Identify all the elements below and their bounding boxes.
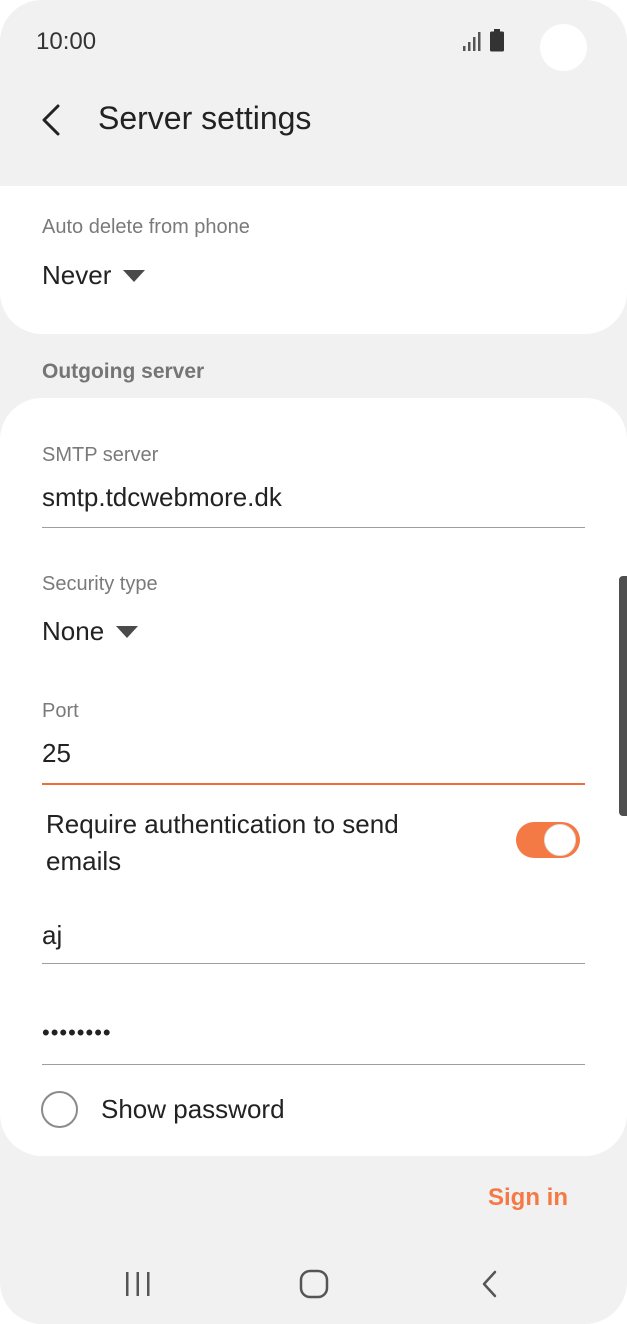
show-password-checkbox[interactable] (41, 1091, 78, 1128)
toggle-knob (544, 824, 576, 856)
password-input[interactable]: •••••••• (42, 1020, 112, 1046)
signal-icon (463, 32, 481, 51)
require-auth-toggle[interactable] (516, 822, 580, 858)
security-type-label: Security type (42, 573, 158, 595)
back-button[interactable] (28, 96, 76, 144)
smtp-server-underline (42, 527, 585, 528)
port-input[interactable]: 25 (42, 738, 71, 769)
auto-delete-value: Never (42, 260, 112, 290)
recents-icon (126, 1272, 150, 1296)
home-button[interactable] (290, 1264, 338, 1304)
nav-back-button[interactable] (466, 1264, 514, 1304)
recents-button[interactable] (114, 1264, 162, 1304)
password-underline (42, 1064, 585, 1065)
outgoing-settings-card: SMTP server smtp.tdcwebmore.dk Security … (0, 398, 627, 1156)
auto-delete-dropdown[interactable]: Never (42, 260, 146, 291)
sign-in-button[interactable]: Sign in (488, 1184, 568, 1212)
camera-cutout (540, 24, 587, 71)
navigation-bar (0, 1244, 627, 1324)
battery-icon (490, 29, 504, 52)
security-type-value: None (42, 616, 105, 646)
security-type-dropdown[interactable]: None (42, 616, 139, 647)
back-icon (482, 1270, 497, 1298)
status-bar: 10:00 (0, 0, 627, 84)
outgoing-server-heading: Outgoing server (42, 360, 205, 383)
dropdown-arrow-icon (116, 625, 139, 638)
username-underline (42, 963, 585, 964)
smtp-server-input[interactable]: smtp.tdcwebmore.dk (42, 482, 282, 513)
app-header: Server settings (0, 84, 627, 184)
require-auth-label: Require authentication to send emails (46, 809, 399, 876)
port-underline (42, 783, 585, 785)
smtp-server-label: SMTP server (42, 444, 159, 466)
auto-delete-label: Auto delete from phone (42, 216, 250, 238)
chevron-left-icon (42, 104, 60, 136)
port-label: Port (42, 700, 79, 722)
scrollbar-thumb[interactable] (619, 576, 627, 816)
home-icon (299, 1269, 329, 1299)
page-title: Server settings (98, 100, 312, 136)
phone-screen: 10:00 Server settings Auto delete from p… (0, 0, 627, 1324)
show-password-label: Show password (101, 1094, 285, 1124)
dropdown-arrow-icon (123, 269, 146, 282)
status-time: 10:00 (36, 28, 97, 55)
username-input[interactable]: aj (42, 920, 62, 951)
incoming-settings-card: Auto delete from phone Never (0, 186, 627, 334)
